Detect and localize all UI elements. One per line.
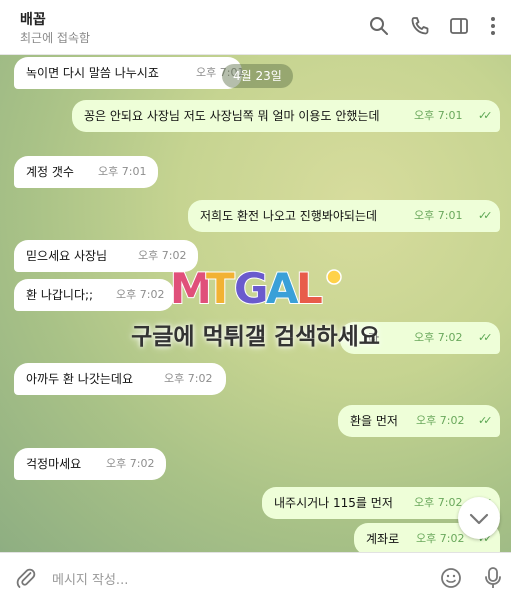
- chat-header: 배꼽 최근에 접속함: [0, 0, 511, 55]
- last-seen-status: 최근에 접속함: [20, 31, 91, 45]
- incoming-message: 걱정마세요 오후 7:02: [14, 448, 166, 480]
- scroll-to-bottom-button[interactable]: [458, 497, 500, 539]
- search-icon[interactable]: [368, 15, 390, 37]
- outgoing-message: 꽁은 안되요 사장님 저도 사장님쪽 뭐 얼마 이용도 안했는데 오후 7:01…: [72, 100, 500, 132]
- message-time: 오후 7:02: [416, 414, 465, 427]
- read-checkmarks-icon: ✓✓: [478, 414, 493, 427]
- message-text: 환 나갑니다;;: [26, 288, 94, 302]
- message-time: 오후 7:02: [116, 288, 165, 301]
- svg-text:A: A: [266, 264, 299, 313]
- emoji-icon[interactable]: [439, 566, 463, 590]
- message-time: 오후 7:02: [106, 457, 155, 470]
- sidebar-toggle-icon[interactable]: [448, 15, 470, 37]
- message-time: 오후 7:02: [414, 496, 463, 509]
- read-checkmarks-icon: ✓✓: [478, 109, 493, 122]
- attach-icon[interactable]: [14, 566, 38, 590]
- message-text: 환을 먼저: [350, 414, 398, 428]
- message-text: 녹이면 다시 말씀 나누시죠: [26, 66, 159, 80]
- microphone-icon[interactable]: [481, 565, 505, 591]
- message-time: 오후 7:01: [414, 109, 463, 122]
- incoming-message: 환 나갑니다;; 오후 7:02: [14, 279, 174, 311]
- message-text: 내주시거나 115를 먼저: [274, 496, 393, 510]
- watermark-text: 구글에 먹튀갤 검색하세요: [131, 324, 380, 350]
- message-text: 아까두 환 나갓는데요: [26, 372, 133, 386]
- message-time: 오후 7:02: [164, 372, 213, 385]
- read-checkmarks-icon: ✓✓: [478, 209, 493, 222]
- outgoing-message: 저희도 환전 나오고 진행봐야되는데 오후 7:01 ✓✓: [188, 200, 500, 232]
- message-text: 계좌로: [366, 532, 400, 546]
- svg-text:L: L: [296, 264, 323, 313]
- message-list[interactable]: 녹이면 다시 말씀 나누시죠 오후 7:01 4월 23일 꽁은 안되요 사장님…: [0, 55, 511, 552]
- chat-title[interactable]: 배꼽: [20, 9, 46, 29]
- message-composer: 메시지 작성...: [0, 552, 511, 603]
- date-separator: 4월 23일: [222, 64, 293, 88]
- message-text: 꽁은 안되요 사장님 저도 사장님쪽 뭐 얼마 이용도 안했는데: [84, 109, 380, 123]
- watermark-logo: M T G A L: [169, 263, 342, 313]
- message-input[interactable]: 메시지 작성...: [52, 569, 128, 588]
- incoming-message: 계정 갯수 오후 7:01: [14, 156, 158, 188]
- phone-icon[interactable]: [409, 15, 431, 37]
- svg-text:T: T: [206, 264, 235, 313]
- incoming-message: 아까두 환 나갓는데요 오후 7:02: [14, 363, 226, 395]
- message-text: 믿으세요 사장님: [26, 249, 108, 263]
- message-time: 오후 7:01: [414, 209, 463, 222]
- incoming-message: 녹이면 다시 말씀 나누시죠 오후 7:01: [14, 57, 244, 89]
- outgoing-message: 환을 먼저 오후 7:02 ✓✓: [338, 405, 500, 437]
- message-text: 계정 갯수: [26, 165, 74, 179]
- svg-text:G: G: [234, 264, 268, 313]
- message-text: 걱정마세요: [26, 457, 82, 471]
- message-text: 저희도 환전 나오고 진행봐야되는데: [200, 209, 378, 223]
- more-vertical-icon[interactable]: [482, 15, 504, 37]
- message-time: 오후 7:01: [98, 165, 147, 178]
- chevron-down-icon: [469, 513, 489, 525]
